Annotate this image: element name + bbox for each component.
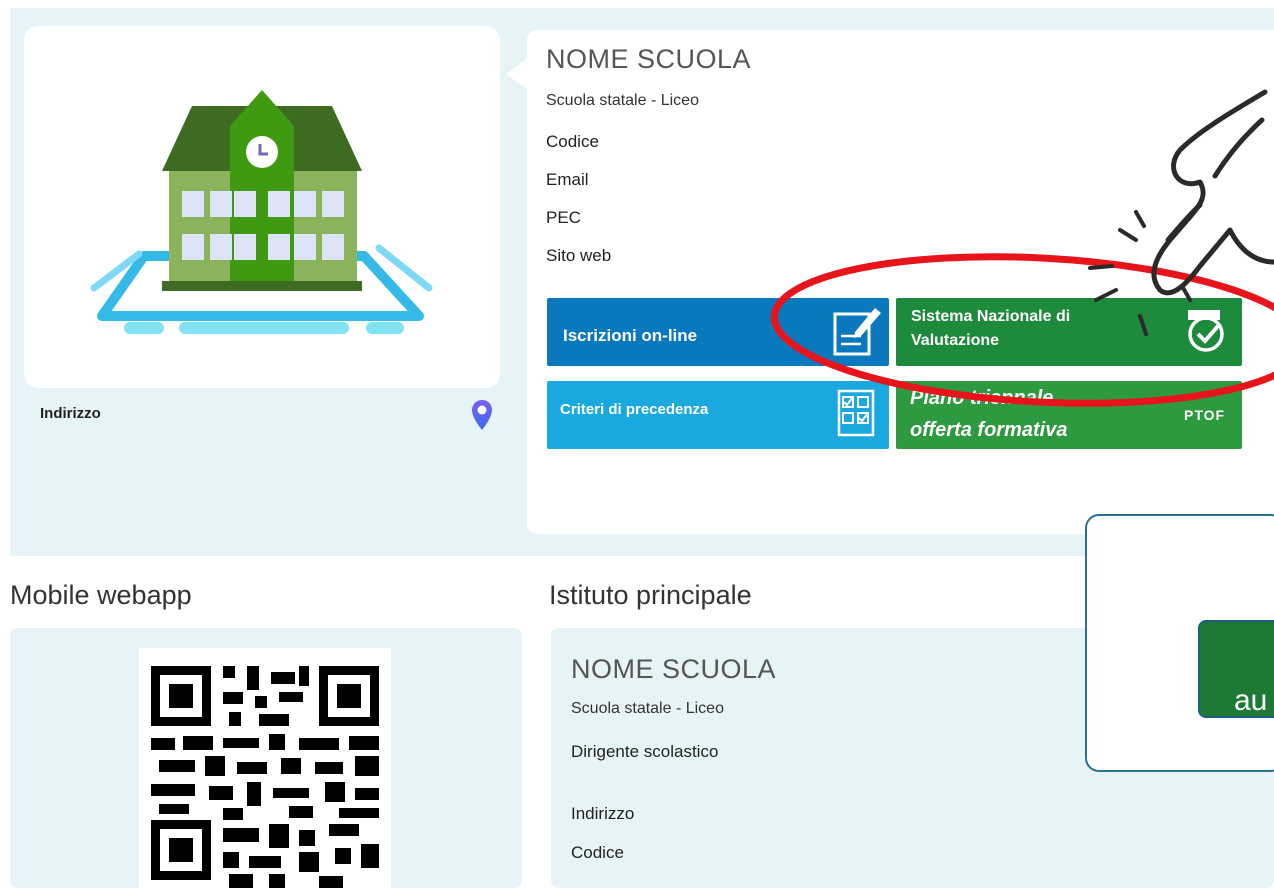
- card-pointer: [506, 58, 528, 90]
- popup-action-button[interactable]: au: [1198, 620, 1274, 718]
- qr-code-icon: [151, 666, 379, 888]
- form-edit-icon: [833, 308, 881, 356]
- iscrizioni-online-button[interactable]: Iscrizioni on-line: [547, 298, 889, 366]
- criteri-label: Criteri di precedenza: [560, 401, 709, 418]
- ptof-badge: PTOF: [1184, 407, 1226, 423]
- istituto-name: NOME SCUOLA: [571, 654, 777, 684]
- sistema-nazionale-valutazione-button[interactable]: Sistema Nazionale di Valutazione: [896, 298, 1242, 366]
- school-address-label: Indirizzo: [40, 405, 101, 422]
- school-email-label: Email: [546, 170, 589, 189]
- qr-code[interactable]: [139, 648, 391, 888]
- ptof-label-line1: Piano triennale: [910, 387, 1054, 409]
- school-pec-label: PEC: [546, 208, 581, 227]
- iscrizioni-label: Iscrizioni on-line: [563, 326, 698, 345]
- ptof-label-line2: offerta formativa: [910, 419, 1068, 441]
- school-code-label: Codice: [546, 132, 599, 151]
- check-badge-icon: [1188, 310, 1224, 352]
- snv-label-line1: Sistema Nazionale di: [911, 308, 1071, 325]
- school-name: NOME SCUOLA: [546, 44, 752, 74]
- school-website-label: Sito web: [546, 246, 612, 265]
- istituto-principale-heading: Istituto principale: [549, 580, 752, 610]
- school-illustration-card: [24, 26, 500, 388]
- snv-label-line2: Valutazione: [911, 332, 1000, 349]
- criteri-precedenza-button[interactable]: Criteri di precedenza: [547, 381, 889, 449]
- checklist-icon: [837, 389, 875, 437]
- istituto-address-label: Indirizzo: [571, 804, 635, 823]
- piano-triennale-button[interactable]: Piano triennale offerta formativa PTOF: [896, 381, 1242, 449]
- popup-button-label: au: [1234, 684, 1268, 717]
- map-pin-icon[interactable]: [470, 398, 494, 434]
- istituto-type: Scuola statale - Liceo: [571, 700, 724, 717]
- school-type: Scuola statale - Liceo: [546, 92, 699, 109]
- school-building-icon: [90, 90, 433, 334]
- mobile-webapp-heading: Mobile webapp: [10, 580, 192, 610]
- dirigente-scolastico-label: Dirigente scolastico: [571, 742, 719, 761]
- istituto-code-label: Codice: [571, 843, 624, 862]
